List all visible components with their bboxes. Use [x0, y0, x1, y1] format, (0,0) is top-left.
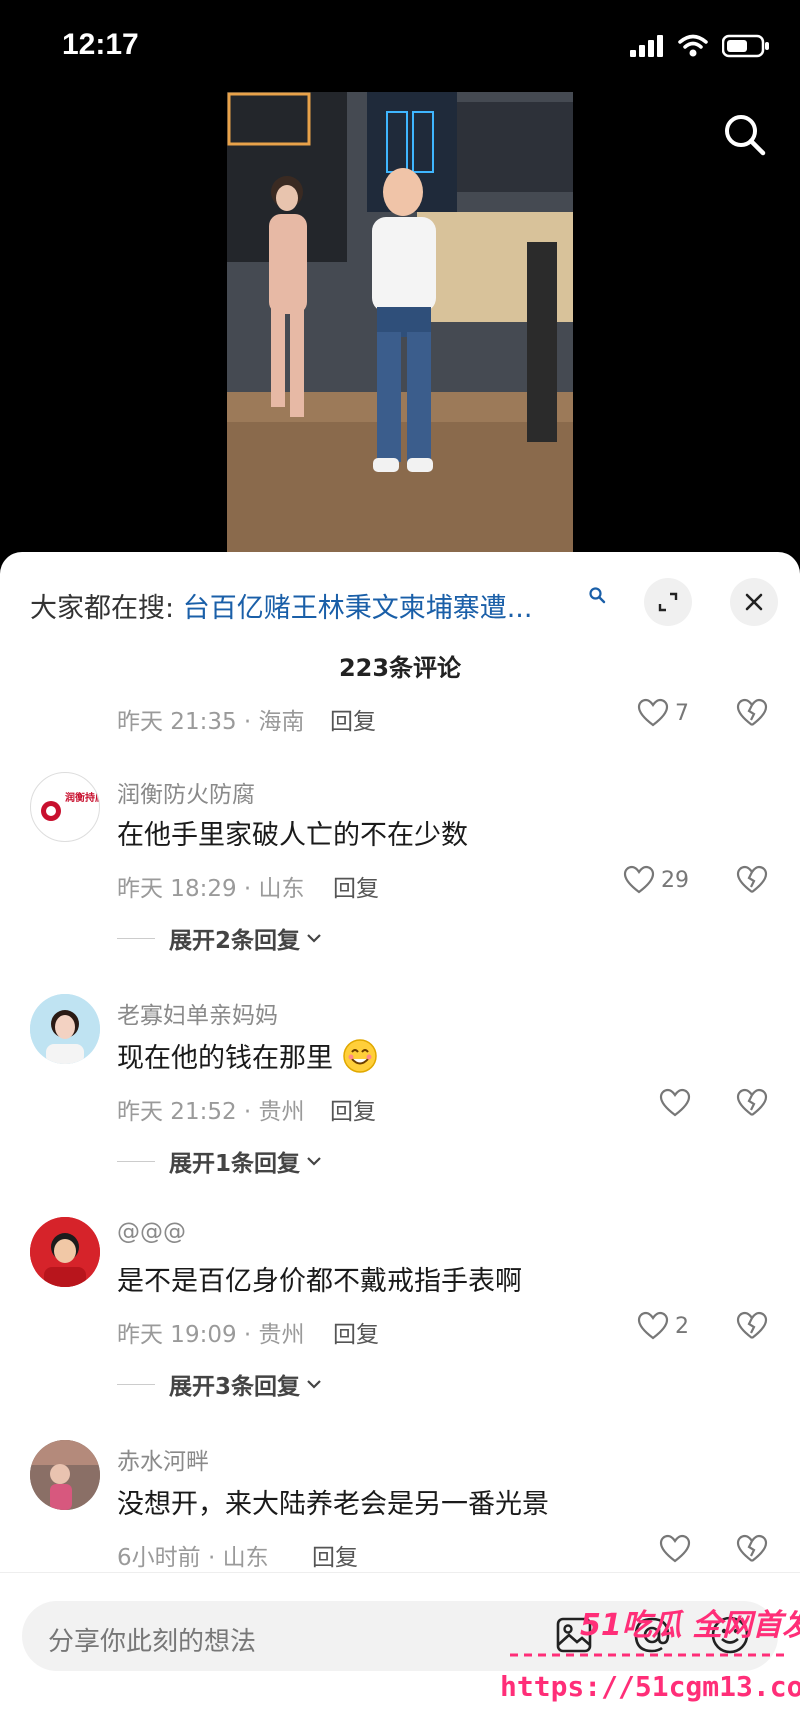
like-button[interactable]: 2: [637, 1311, 689, 1341]
reply-button[interactable]: 回复: [333, 869, 379, 903]
like-count: 7: [675, 700, 689, 726]
trending-search-query[interactable]: 台百亿赌王林秉文柬埔寨遭...: [183, 593, 533, 624]
like-button[interactable]: [659, 1534, 697, 1564]
reply-button[interactable]: 回复: [312, 1538, 358, 1572]
search-button[interactable]: [720, 110, 770, 160]
heart-icon: [659, 1088, 691, 1117]
comment-meta: 昨天 19:09 · 贵州: [117, 1322, 305, 1348]
like-button[interactable]: 29: [623, 865, 689, 895]
expand-button[interactable]: [644, 578, 692, 626]
avatar[interactable]: [30, 994, 100, 1064]
comment-meta: 6小时前 · 山东: [117, 1545, 269, 1571]
reply-button[interactable]: 回复: [330, 702, 376, 736]
comment-text: 现在他的钱在那里: [117, 1036, 378, 1075]
avatar-label: 润衡持腐: [65, 793, 99, 804]
emoji-icon: [342, 1039, 377, 1073]
expand-icon: [658, 592, 678, 612]
signal-icon: [630, 35, 663, 57]
comment-username[interactable]: 润衡防火防腐: [117, 775, 255, 809]
like-button[interactable]: [659, 1088, 697, 1118]
comment-username[interactable]: 老寡妇单亲妈妈: [117, 996, 278, 1030]
divider: [117, 1160, 155, 1162]
watermark: 51吃瓜 全网首发 https://51cgm13.com: [500, 1600, 800, 1731]
chevron-down-icon: [307, 1157, 321, 1166]
comment-input-placeholder: 分享你此刻的想法: [48, 1627, 257, 1657]
like-button[interactable]: 7: [637, 698, 689, 728]
expand-replies-button[interactable]: 展开1条回复: [117, 1144, 324, 1178]
watermark-brand: 51吃瓜 全网首发: [580, 1608, 800, 1643]
chevron-down-icon: [307, 934, 321, 943]
chevron-down-icon: [307, 1380, 321, 1389]
comment-meta: 昨天 18:29 · 山东: [117, 876, 305, 902]
battery-icon: [722, 34, 769, 58]
like-count: 29: [661, 867, 689, 893]
search-icon[interactable]: [588, 586, 606, 604]
comment-text: 在他手里家破人亡的不在少数: [117, 820, 468, 851]
trending-search[interactable]: 大家都在搜: 台百亿赌王林秉文柬埔寨遭...: [30, 586, 532, 625]
broken-heart-icon[interactable]: [736, 698, 768, 728]
comment-meta: 昨天 21:52 · 贵州: [117, 1099, 305, 1125]
broken-heart-icon[interactable]: [736, 865, 768, 895]
comment-meta: 昨天 21:35 · 海南: [117, 709, 305, 735]
comment-panel: 大家都在搜: 台百亿赌王林秉文柬埔寨遭... 223条评论 昨天 21:35 ·…: [0, 552, 800, 1731]
expand-replies-button[interactable]: 展开2条回复: [117, 921, 324, 955]
close-icon: [745, 593, 763, 611]
panel-header: 大家都在搜: 台百亿赌王林秉文柬埔寨遭...: [0, 552, 800, 632]
close-button[interactable]: [730, 578, 778, 626]
comment-count: 223条评论: [338, 654, 462, 682]
expand-replies-label: 展开2条回复: [169, 928, 301, 954]
search-icon: [725, 115, 766, 156]
comment-text: 没想开，来大陆养老会是另一番光景: [117, 1489, 549, 1520]
like-count: 2: [675, 1313, 689, 1339]
reply-button[interactable]: 回复: [333, 1315, 379, 1349]
trending-search-prefix: 大家都在搜:: [30, 593, 175, 624]
video-frame: [227, 92, 573, 552]
broken-heart-icon[interactable]: [736, 1534, 768, 1564]
broken-heart-icon[interactable]: [736, 1088, 768, 1118]
divider: [117, 1383, 155, 1385]
avatar[interactable]: 润衡持腐: [30, 772, 100, 842]
comment-username[interactable]: 赤水河畔: [117, 1442, 209, 1476]
heart-icon: [623, 865, 655, 894]
comment-username[interactable]: @@@: [117, 1219, 186, 1245]
avatar[interactable]: [30, 1217, 100, 1287]
reply-button[interactable]: 回复: [330, 1092, 376, 1126]
wifi-icon: [678, 34, 708, 57]
heart-icon: [637, 1311, 669, 1340]
heart-icon: [659, 1534, 691, 1563]
watermark-underline: [510, 1653, 790, 1657]
expand-replies-button[interactable]: 展开3条回复: [117, 1367, 324, 1401]
watermark-url: https://51cgm13.com: [500, 1670, 800, 1703]
status-time: 12:17: [62, 28, 139, 61]
expand-replies-label: 展开1条回复: [169, 1151, 301, 1177]
avatar[interactable]: [30, 1440, 100, 1510]
comment-text: 是不是百亿身价都不戴戒指手表啊: [117, 1266, 522, 1297]
status-icons: [630, 34, 770, 58]
video-player[interactable]: [227, 92, 573, 552]
heart-icon: [637, 698, 669, 727]
comment-list[interactable]: 昨天 21:35 · 海南 回复 7 润衡持腐 润衡防火防腐 在他手里家破人亡的…: [0, 692, 800, 1572]
expand-replies-label: 展开3条回复: [169, 1374, 301, 1400]
broken-heart-icon[interactable]: [736, 1311, 768, 1341]
comment-text-content: 现在他的钱在那里: [117, 1043, 333, 1074]
status-bar: 12:17: [0, 0, 800, 95]
divider: [117, 937, 155, 939]
